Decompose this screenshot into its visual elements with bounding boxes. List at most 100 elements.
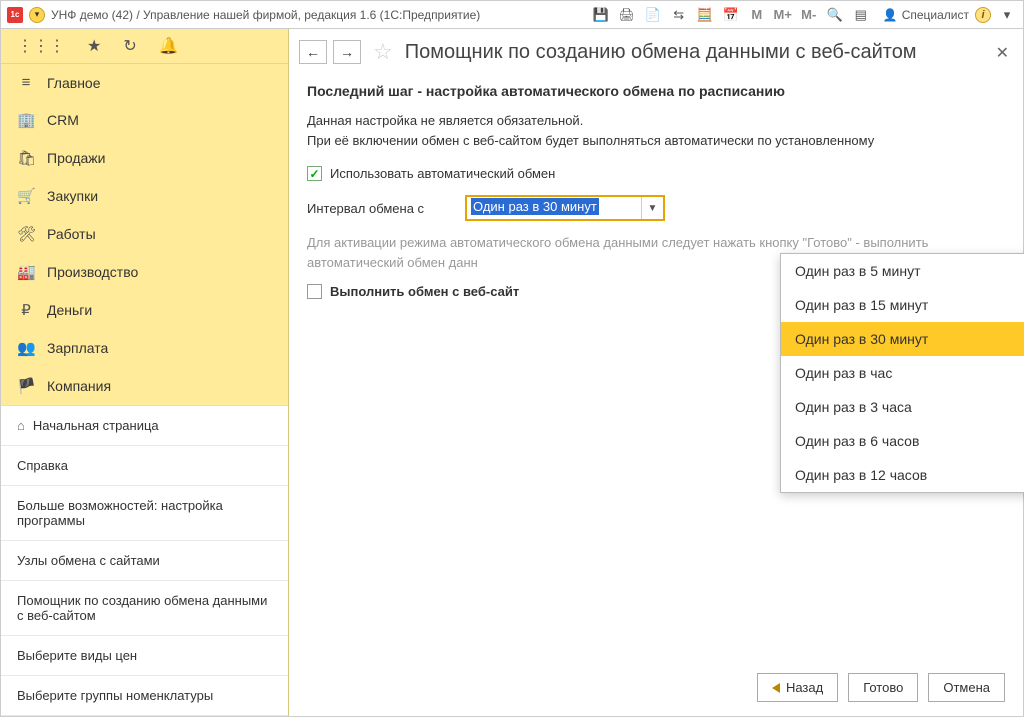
interval-combobox[interactable]: Один раз в 30 минут ▼ (465, 195, 665, 221)
nav-label: Зарплата (47, 340, 108, 356)
app-menu-dropdown-icon[interactable]: ▾ (29, 7, 45, 23)
sub-exchange-nodes[interactable]: Узлы обмена с сайтами (1, 541, 288, 581)
content: ← → ☆ Помощник по созданию обмена данным… (289, 29, 1023, 716)
sub-home[interactable]: ⌂ Начальная страница (1, 406, 288, 446)
sub-label: Выберите виды цен (17, 648, 137, 663)
sub-more-options[interactable]: Больше возможностей: настройка программы (1, 486, 288, 541)
titlebar: 1c ▾ УНФ демо (42) / Управление нашей фи… (1, 1, 1023, 29)
nav-label: CRM (47, 112, 79, 128)
nav-salary[interactable]: 👥Зарплата (1, 329, 288, 367)
done-label: Готово (863, 680, 903, 695)
nav-label: Компания (47, 378, 111, 394)
desc-line2: При её включении обмен с веб-сайтом буде… (307, 133, 874, 148)
done-button[interactable]: Готово (848, 673, 918, 702)
sidebar: ⋮⋮⋮ ★ ↻ 🔔 ≡ Главное 🏢 CRM 🛍 Продажи 🛒 Закупк… (1, 29, 289, 716)
history-icon[interactable]: ↻ (123, 36, 136, 56)
favorite-star-icon[interactable]: ☆ (373, 39, 393, 65)
desc-line1: Данная настройка не является обязательно… (307, 113, 583, 128)
sub-label: Справка (17, 458, 68, 473)
run-now-label: Выполнить обмен с веб-сайт (330, 284, 519, 299)
sub-label: Начальная страница (33, 418, 159, 433)
dropdown-option[interactable]: Один раз в 15 минут (781, 288, 1024, 322)
nav-production[interactable]: 🏭 Производство (1, 253, 288, 291)
nav-label: Главное (47, 75, 101, 91)
notifications-icon[interactable]: 🔔 (159, 36, 179, 56)
compare-icon[interactable]: ⇆ (669, 5, 689, 25)
use-auto-exchange-label: Использовать автоматический обмен (330, 166, 555, 181)
content-toolbar: ← → ☆ Помощник по созданию обмена данным… (289, 29, 1023, 75)
nav-label: Продажи (47, 150, 105, 166)
sub-exchange-wizard[interactable]: Помощник по созданию обмена данными с ве… (1, 581, 288, 636)
description: Данная настройка не является обязательно… (307, 111, 1005, 150)
use-auto-exchange-checkbox[interactable]: ✓ (307, 166, 322, 181)
m-minus-button[interactable]: M- (799, 5, 819, 25)
print-icon[interactable]: 🖨 (617, 5, 637, 25)
interval-value: Один раз в 30 минут (471, 198, 599, 215)
nav-label: Закупки (47, 188, 98, 204)
nav-purchases[interactable]: 🛒 Закупки (1, 177, 288, 215)
apps-icon[interactable]: ⋮⋮⋮ (17, 36, 65, 56)
building-icon: 🏢 (17, 111, 35, 129)
dropdown-option[interactable]: Один раз в 6 часов (781, 424, 1024, 458)
nav-main[interactable]: ≡ Главное (1, 64, 288, 101)
back-label: Назад (786, 680, 823, 695)
save-icon[interactable]: 💾 (591, 5, 611, 25)
dropdown-option[interactable]: Один раз в час (781, 356, 1024, 390)
sub-nomenclature-groups[interactable]: Выберите группы номенклатуры (1, 676, 288, 716)
bag-icon: 🛍 (17, 149, 35, 167)
home-icon: ⌂ (17, 418, 25, 433)
m-plus-button[interactable]: M+ (773, 5, 793, 25)
nav-works[interactable]: 🛠Работы (1, 215, 288, 253)
dropdown-option-selected[interactable]: Один раз в 30 минут (781, 322, 1024, 356)
nav-label: Производство (47, 264, 138, 280)
back-nav-button[interactable]: ← (299, 40, 327, 64)
interval-dropdown-button[interactable]: ▼ (641, 197, 663, 219)
nav-company[interactable]: 🏴Компания (1, 367, 288, 405)
sub-label: Больше возможностей: настройка программы (17, 498, 223, 528)
menu-icon: ≡ (17, 74, 35, 91)
sidebar-tools: ⋮⋮⋮ ★ ↻ 🔔 (1, 29, 288, 64)
calendar-icon[interactable]: 📅 (721, 5, 741, 25)
forward-nav-button[interactable]: → (333, 40, 361, 64)
nav-label: Деньги (47, 302, 92, 318)
cancel-button[interactable]: Отмена (928, 673, 1005, 702)
info-icon[interactable]: i (975, 7, 991, 23)
sub-help[interactable]: Справка (1, 446, 288, 486)
user-name: Специалист (902, 8, 969, 22)
interval-row: Интервал обмена с Один раз в 30 минут ▼ (307, 195, 1005, 221)
run-now-checkbox[interactable]: ✓ (307, 284, 322, 299)
wizard-footer: Назад Готово Отмена (757, 673, 1005, 702)
close-button[interactable]: ✕ (996, 43, 1009, 63)
interval-label: Интервал обмена с (307, 201, 447, 216)
nav-crm[interactable]: 🏢 CRM (1, 101, 288, 139)
tools-icon: 🛠 (17, 225, 35, 243)
zoom-icon[interactable]: 🔍 (825, 5, 845, 25)
interval-dropdown-list: Один раз в 5 минут Один раз в 15 минут О… (780, 253, 1024, 493)
sub-price-types[interactable]: Выберите виды цен (1, 636, 288, 676)
dropdown-option[interactable]: Один раз в 12 часов (781, 458, 1024, 492)
m-button[interactable]: M (747, 5, 767, 25)
ruble-icon: ₽ (17, 301, 35, 319)
sidebar-nav: ≡Главное 🏢CRM 🛍Продажи 🛒Закупки 🛠Работы … (1, 64, 288, 405)
app-logo-icon: 1c (7, 7, 23, 23)
cart-icon: 🛒 (17, 187, 35, 205)
back-button[interactable]: Назад (757, 673, 838, 702)
interval-input[interactable]: Один раз в 30 минут (467, 197, 641, 219)
sub-label: Помощник по созданию обмена данными с ве… (17, 593, 267, 623)
user-label[interactable]: 👤 Специалист (883, 8, 969, 22)
dropdown-option[interactable]: Один раз в 3 часа (781, 390, 1024, 424)
dropdown-option[interactable]: Один раз в 5 минут (781, 254, 1024, 288)
cancel-label: Отмена (943, 680, 990, 695)
favorites-icon[interactable]: ★ (87, 36, 101, 56)
factory-icon: 🏭 (17, 263, 35, 281)
nav-money[interactable]: ₽ Деньги (1, 291, 288, 329)
sub-label: Выберите группы номенклатуры (17, 688, 213, 703)
use-auto-exchange-row: ✓ Использовать автоматический обмен (307, 166, 1005, 181)
document-icon[interactable]: 📄 (643, 5, 663, 25)
title-dropdown-icon[interactable]: ▾ (997, 5, 1017, 25)
nav-sales[interactable]: 🛍 Продажи (1, 139, 288, 177)
panels-icon[interactable]: ▤ (851, 5, 871, 25)
calc-icon[interactable]: 🧮 (695, 5, 715, 25)
sidebar-sublist: ⌂ Начальная страница Справка Больше возмо… (1, 405, 288, 716)
window-title: УНФ демо (42) / Управление нашей фирмой,… (51, 8, 480, 22)
